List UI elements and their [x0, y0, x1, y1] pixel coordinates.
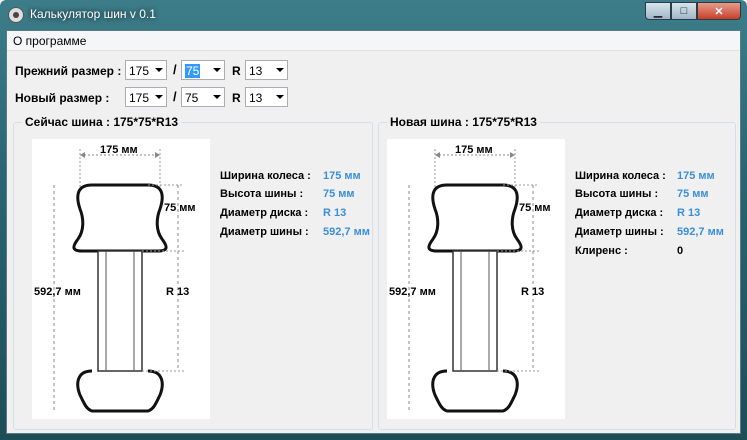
client-area: О программе Прежний размер : 175 / 75 R …: [6, 30, 741, 434]
info-diameter-label: Диаметр шины :: [575, 226, 664, 238]
title-bar[interactable]: Калькулятор шин v 0.1 ▁ □ ✕: [0, 0, 747, 30]
app-icon[interactable]: [8, 7, 24, 23]
new-profile-select[interactable]: 75: [181, 87, 225, 107]
new-slash: /: [173, 89, 177, 104]
maximize-icon: □: [680, 5, 688, 17]
old-slash: /: [173, 62, 177, 77]
info-clearance-label: Клиренс :: [575, 245, 628, 257]
new-width-select[interactable]: 175: [125, 87, 167, 107]
new-profile-value: 75: [185, 91, 199, 105]
old-rim-select[interactable]: 13: [245, 60, 288, 80]
info-rim-label: Диаметр диска :: [220, 207, 309, 219]
info-height-value: 75 мм: [677, 188, 709, 200]
diagram-height-label: 75 мм: [164, 202, 196, 214]
new-tire-title: Новая шина : 175*75*R13: [387, 115, 540, 129]
info-rim-label: Диаметр диска :: [575, 207, 664, 219]
info-width-value: 175 мм: [323, 170, 361, 182]
app-window: Калькулятор шин v 0.1 ▁ □ ✕ О программе …: [0, 0, 747, 440]
current-tire-group: Сейчас шина : 175*75*R13 175 мм 75 мм 59…: [13, 115, 373, 430]
window-title: Калькулятор шин v 0.1: [30, 7, 156, 21]
info-width-value: 175 мм: [677, 170, 715, 182]
diagram-rim-label: R 13: [521, 286, 544, 298]
diagram-rim-label: R 13: [166, 286, 189, 298]
chevron-down-icon: [155, 68, 163, 72]
diagram-width-label: 175 мм: [455, 144, 493, 156]
menu-bar: О программе: [7, 31, 740, 51]
new-tire-diagram: 175 мм 75 мм 592,7 мм R 13: [387, 139, 565, 419]
new-size-label: Новый размер :: [15, 91, 110, 105]
new-rim-prefix: R: [232, 91, 241, 105]
current-tire-title: Сейчас шина : 175*75*R13: [22, 115, 182, 129]
new-rim-value: 13: [249, 91, 263, 105]
old-size-label: Прежний размер :: [15, 64, 122, 78]
info-clearance-value: 0: [677, 245, 684, 257]
menu-about[interactable]: О программе: [13, 34, 86, 48]
diagram-diameter-label: 592,7 мм: [34, 286, 81, 298]
info-diameter-label: Диаметр шины :: [220, 226, 309, 238]
chevron-down-icon: [213, 68, 221, 72]
chevron-down-icon: [213, 95, 221, 99]
chevron-down-icon: [276, 95, 284, 99]
old-rim-prefix: R: [232, 64, 241, 78]
chevron-down-icon: [155, 95, 163, 99]
current-tire-diagram: 175 мм 75 мм 592,7 мм R 13: [32, 139, 210, 419]
new-width-value: 175: [129, 91, 150, 105]
new-rim-select[interactable]: 13: [245, 87, 288, 107]
maximize-button[interactable]: □: [671, 2, 697, 20]
close-icon: ✕: [714, 5, 724, 18]
old-width-value: 175: [129, 64, 150, 78]
close-button[interactable]: ✕: [697, 2, 741, 20]
info-width-label: Ширина колеса :: [220, 170, 311, 182]
new-tire-group: Новая шина : 175*75*R13 175 мм 75 мм 592…: [378, 115, 736, 430]
info-diameter-value: 592,7 мм: [323, 226, 370, 238]
old-profile-value: 75: [185, 64, 201, 78]
minimize-button[interactable]: ▁: [645, 2, 671, 20]
old-rim-value: 13: [249, 64, 263, 78]
info-height-label: Высота шины :: [220, 188, 304, 200]
old-width-select[interactable]: 175: [125, 60, 167, 80]
info-height-label: Высота шины :: [575, 188, 659, 200]
chevron-down-icon: [276, 68, 284, 72]
info-height-value: 75 мм: [323, 188, 355, 200]
diagram-diameter-label: 592,7 мм: [389, 286, 436, 298]
info-diameter-value: 592,7 мм: [677, 226, 724, 238]
diagram-width-label: 175 мм: [100, 144, 138, 156]
minimize-icon: ▁: [653, 5, 663, 18]
diagram-height-label: 75 мм: [519, 202, 551, 214]
info-rim-value: R 13: [323, 207, 347, 219]
info-rim-value: R 13: [677, 207, 701, 219]
info-width-label: Ширина колеса :: [575, 170, 666, 182]
old-profile-select[interactable]: 75: [181, 60, 225, 80]
